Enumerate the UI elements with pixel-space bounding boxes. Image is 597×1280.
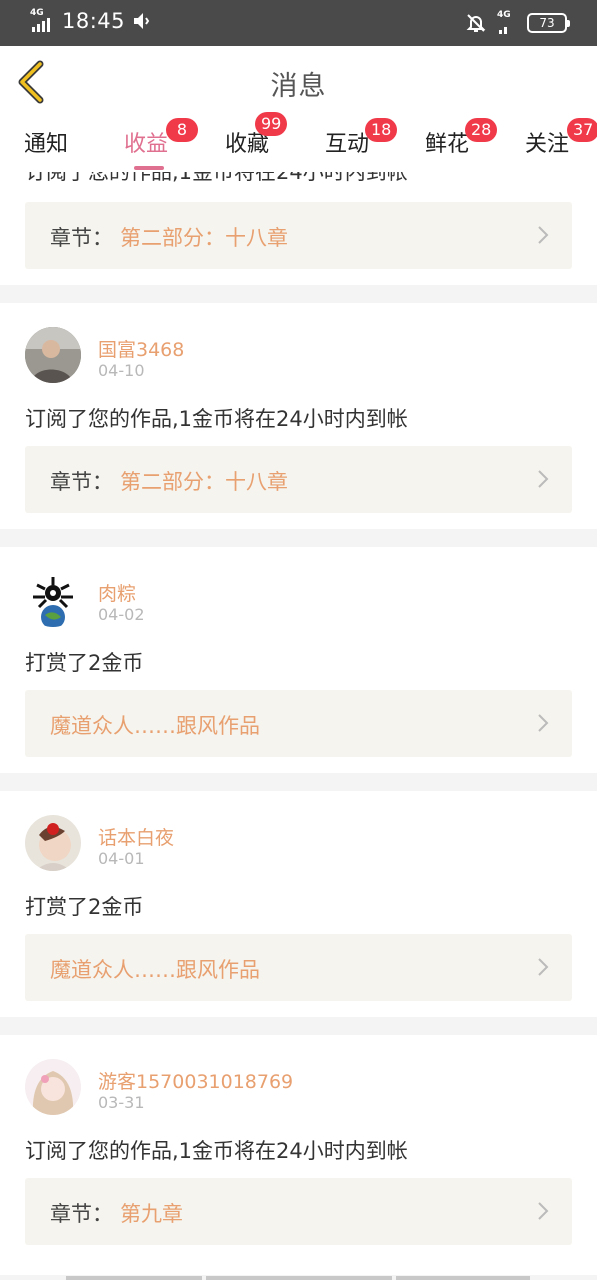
tab-notifications[interactable]: 通知 (24, 126, 68, 158)
chapter-link[interactable]: 章节： 第二部分：十八章 (25, 446, 572, 513)
network-type: 4G (30, 8, 44, 18)
link-prefix: 章节： (50, 226, 113, 250)
list-item: 订阅了您的作品,1金币将在24小时内到帐 章节： 第二部分：十八章 (0, 172, 597, 285)
link-text: 魔道众人……跟风作品 (50, 714, 260, 738)
bottom-bar-segment (66, 1276, 202, 1280)
bottom-bar-segment (396, 1276, 530, 1280)
avatar[interactable] (25, 327, 81, 383)
list-item: 肉粽 04-02 打赏了2金币 魔道众人……跟风作品 (0, 547, 597, 773)
username[interactable]: 话本白夜 (98, 823, 174, 850)
message-text: 打赏了2金币 (25, 895, 144, 919)
date: 04-02 (98, 605, 145, 624)
tab-badge: 99 (255, 112, 288, 136)
page-title: 消息 (270, 71, 327, 102)
avatar[interactable] (25, 571, 81, 627)
link-prefix: 章节： (50, 470, 113, 494)
tab-badge: 37 (567, 118, 597, 142)
username[interactable]: 游客1570031018769 (98, 1067, 293, 1094)
date: 04-01 (98, 849, 145, 868)
cellular-signal-icon: 4G (30, 8, 56, 34)
active-tab-indicator (134, 166, 164, 170)
avatar-image (25, 815, 81, 871)
battery-icon: 73 (527, 13, 570, 33)
tab-badge: 18 (365, 118, 398, 142)
list-item: 国富3468 04-10 订阅了您的作品,1金币将在24小时内到帐 章节： 第二… (0, 303, 597, 529)
tab-label: 收益 (124, 132, 169, 157)
network-type-2: 4G (497, 10, 511, 20)
list-item: 话本白夜 04-01 打赏了2金币 魔道众人……跟风作品 (0, 791, 597, 1017)
chevron-right-icon (538, 470, 549, 488)
list-item: 游客1570031018769 03-31 订阅了您的作品,1金币将在24小时内… (0, 1035, 597, 1275)
chevron-right-icon (538, 958, 549, 976)
chevron-right-icon (538, 1202, 549, 1220)
username[interactable]: 肉粽 (98, 579, 136, 606)
chevron-right-icon (538, 226, 549, 244)
bottom-bar-segment (206, 1276, 392, 1280)
tab-interactions[interactable]: 互动 18 (325, 118, 398, 158)
avatar[interactable] (25, 1059, 81, 1115)
message-text: 订阅了您的作品,1金币将在24小时内到帐 (25, 172, 408, 184)
link-text: 第二部分：十八章 (120, 470, 288, 494)
chapter-link[interactable]: 章节： 第九章 (25, 1178, 572, 1245)
avatar-image (25, 571, 81, 627)
tab-label: 通知 (24, 132, 69, 157)
date: 03-31 (98, 1093, 145, 1112)
message-text: 打赏了2金币 (25, 651, 144, 675)
chevron-right-icon (538, 714, 549, 732)
status-right: 4G 73 (465, 10, 570, 36)
tab-bar: 通知 收益 8 收藏 99 互动 18 鲜花 28 关注 37 (0, 112, 597, 172)
tab-label: 关注 (525, 132, 570, 157)
username[interactable]: 国富3468 (98, 335, 184, 362)
message-text: 订阅了您的作品,1金币将在24小时内到帐 (25, 1139, 408, 1163)
work-link[interactable]: 魔道众人……跟风作品 (25, 934, 572, 1001)
avatar[interactable] (25, 815, 81, 871)
clock: 18:45 (62, 9, 126, 33)
status-left: 4G 18:45 (30, 8, 153, 34)
tab-label: 互动 (325, 132, 370, 157)
tab-follows[interactable]: 关注 37 (525, 118, 597, 158)
tab-flowers[interactable]: 鲜花 28 (425, 118, 498, 158)
tab-label: 收藏 (225, 132, 270, 157)
link-text: 魔道众人……跟风作品 (50, 958, 260, 982)
tab-label: 鲜花 (425, 132, 470, 157)
date: 04-10 (98, 361, 145, 380)
link-prefix: 章节： (50, 1202, 113, 1226)
tab-earnings[interactable]: 收益 8 (124, 118, 198, 170)
header: 消息 (0, 46, 597, 118)
chapter-link[interactable]: 章节： 第二部分：十八章 (25, 202, 572, 269)
tab-favorites[interactable]: 收藏 99 (225, 112, 288, 158)
mute-speaker-icon (134, 13, 150, 29)
tab-badge: 28 (465, 118, 498, 142)
bell-off-icon (466, 14, 486, 32)
tab-badge: 8 (166, 118, 198, 142)
message-text: 订阅了您的作品,1金币将在24小时内到帐 (25, 407, 408, 431)
cellular-signal-icon-2: 4G (497, 10, 517, 36)
battery-level: 73 (539, 16, 555, 30)
avatar-image (25, 1059, 81, 1115)
link-text: 第九章 (120, 1202, 183, 1226)
link-text: 第二部分：十八章 (120, 226, 288, 250)
status-bar: 4G 18:45 4G 73 (0, 0, 597, 46)
avatar-image (25, 327, 81, 383)
work-link[interactable]: 魔道众人……跟风作品 (25, 690, 572, 757)
